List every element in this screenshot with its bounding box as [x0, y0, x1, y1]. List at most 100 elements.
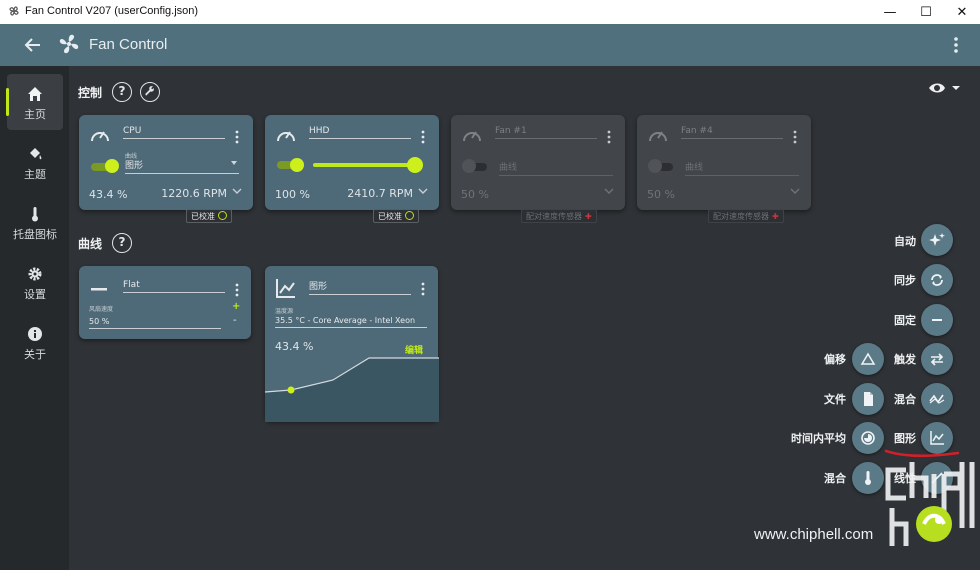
- chevron-down-icon[interactable]: [232, 187, 242, 195]
- chiphell-logo-icon: [885, 462, 975, 546]
- controls-section-title: 控制: [78, 86, 103, 100]
- fan-speed-value[interactable]: 50 %: [89, 317, 221, 329]
- sidebar: 主页 主题 托盘图标 设置 关于: [0, 66, 69, 570]
- graph-label: 图形: [894, 432, 916, 445]
- wrench-icon[interactable]: [140, 82, 160, 102]
- badge-label: 配对速度传感器: [713, 212, 769, 221]
- card-menu-icon[interactable]: [234, 282, 240, 298]
- swap-arrows-icon: [930, 353, 944, 366]
- sidebar-item-theme[interactable]: 主题: [7, 134, 63, 190]
- chevron-down-icon[interactable]: [790, 187, 800, 195]
- mix-label-2: 混合: [824, 472, 846, 485]
- pair-sensor-badge[interactable]: 配对速度传感器 ✚: [521, 209, 597, 223]
- paint-bucket-icon: [30, 148, 42, 160]
- mix-icon: [929, 394, 945, 404]
- sync-curve-button[interactable]: [921, 264, 953, 296]
- trigger-label: 触发: [894, 353, 916, 366]
- curve-name[interactable]: Flat: [123, 280, 225, 293]
- sidebar-item-home[interactable]: 主页: [6, 74, 63, 130]
- visibility-toggle-icon[interactable]: [928, 80, 962, 96]
- sidebar-item-label: 设置: [24, 288, 46, 301]
- minimize-button[interactable]: —: [872, 0, 908, 24]
- trigger-curve-button[interactable]: [921, 343, 953, 375]
- chevron-down-icon[interactable]: [418, 187, 428, 195]
- thermometer-icon: [865, 471, 871, 485]
- pair-sensor-badge[interactable]: 配对速度传感器 ✚: [708, 209, 784, 223]
- watermark-text: www.chiphell.com: [754, 526, 874, 543]
- manual-speed-slider[interactable]: [277, 157, 427, 173]
- sidebar-item-label: 主页: [24, 108, 46, 121]
- check-icon: [218, 211, 227, 220]
- window-titlebar: Fan Control V207 (userConfig.json) — ☐ ✕: [0, 0, 980, 24]
- auto-curve-button[interactable]: [921, 224, 953, 256]
- info-icon: [28, 327, 42, 341]
- offset-label: 偏移: [824, 353, 846, 366]
- chart-line-icon: [930, 431, 944, 445]
- graph-percent: 43.4 %: [275, 340, 314, 353]
- control-name[interactable]: CPU: [123, 126, 225, 139]
- controls-help-icon[interactable]: ?: [112, 82, 132, 102]
- increase-button[interactable]: +: [232, 301, 240, 312]
- control-percent: 50 %: [647, 188, 675, 201]
- control-card-cpu: CPU 曲线 图形 43.4 % 1220.6 RPM: [79, 115, 253, 210]
- flat-line-icon: [91, 288, 107, 291]
- control-percent: 100 %: [275, 188, 310, 201]
- control-name[interactable]: Fan #4: [681, 126, 783, 139]
- sidebar-item-about[interactable]: 关于: [7, 314, 63, 370]
- more-menu-icon[interactable]: [946, 34, 966, 56]
- curve-select[interactable]: 曲线: [685, 160, 799, 176]
- calibrated-badge[interactable]: 已校准: [186, 209, 232, 223]
- enable-toggle[interactable]: [462, 159, 489, 173]
- curve-graph[interactable]: [265, 354, 439, 422]
- clock-pie-icon: [861, 431, 875, 445]
- thermometer-icon: [32, 207, 38, 222]
- fixed-curve-button[interactable]: [921, 304, 953, 336]
- gear-icon: [28, 267, 42, 281]
- temperature-source-value: 35.5 °C - Core Average - Intel Xeon: [275, 316, 416, 325]
- card-menu-icon[interactable]: [792, 129, 798, 145]
- maximize-button[interactable]: ☐: [908, 0, 944, 24]
- curve-current-point: [287, 386, 295, 394]
- fan-logo-icon: [59, 34, 79, 54]
- decrease-button[interactable]: -: [233, 315, 237, 326]
- calibrated-badge[interactable]: 已校准: [373, 209, 419, 223]
- back-arrow-icon[interactable]: [20, 33, 44, 57]
- enable-toggle[interactable]: [91, 159, 119, 173]
- curve-card-flat: Flat 风扇速度 + 50 % -: [79, 266, 251, 339]
- window-title: Fan Control V207 (userConfig.json): [25, 5, 199, 17]
- enable-toggle[interactable]: [648, 159, 675, 173]
- mix-curve-button[interactable]: [921, 383, 953, 415]
- chevron-down-icon[interactable]: [604, 187, 614, 195]
- fixed-label: 固定: [894, 314, 916, 327]
- control-percent: 43.4 %: [89, 188, 128, 201]
- card-menu-icon[interactable]: [234, 129, 240, 145]
- speedometer-icon: [91, 131, 109, 142]
- card-menu-icon[interactable]: [606, 129, 612, 145]
- close-button[interactable]: ✕: [944, 0, 980, 24]
- curve-select[interactable]: 图形: [125, 158, 239, 174]
- curve-select[interactable]: 曲线: [499, 160, 613, 176]
- control-name[interactable]: HHD: [309, 126, 411, 139]
- badge-label: 配对速度传感器: [526, 212, 582, 221]
- sidebar-item-tray-icon[interactable]: 托盘图标: [7, 194, 63, 250]
- badge-label: 已校准: [378, 212, 402, 221]
- card-menu-icon[interactable]: [420, 129, 426, 145]
- auto-label: 自动: [894, 235, 916, 248]
- temperature-source-select[interactable]: 35.5 °C - Core Average - Intel Xeon: [275, 316, 427, 328]
- speedometer-icon: [649, 131, 667, 142]
- curve-name[interactable]: 图形: [309, 279, 411, 295]
- curves-help-icon[interactable]: ?: [112, 233, 132, 253]
- sidebar-item-label: 托盘图标: [13, 228, 57, 241]
- sparkle-icon: [929, 233, 945, 246]
- sidebar-item-settings[interactable]: 设置: [7, 254, 63, 310]
- sidebar-item-label: 关于: [24, 348, 46, 361]
- control-name[interactable]: Fan #1: [495, 126, 597, 139]
- plus-icon: ✚: [772, 212, 779, 221]
- curve-select-value: 曲线: [685, 163, 704, 173]
- app-fan-icon: [9, 6, 19, 16]
- fan-speed-label: 风扇速度: [89, 306, 114, 313]
- app-title: Fan Control: [89, 36, 168, 53]
- card-menu-icon[interactable]: [420, 281, 426, 297]
- control-card-hhd: HHD 100 % 2410.7 RPM: [265, 115, 439, 210]
- chart-line-icon: [276, 279, 295, 298]
